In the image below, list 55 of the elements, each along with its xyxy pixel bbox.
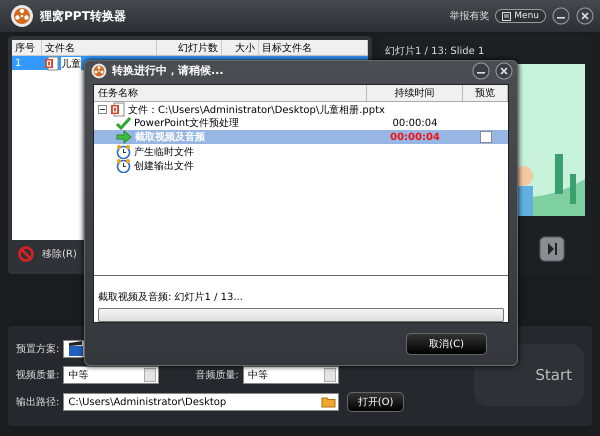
task-row[interactable]: PowerPoint文件预处理 00:00:04 — [94, 116, 508, 130]
remove-button[interactable]: 移除(R) — [42, 247, 77, 261]
row-number: 1 — [14, 58, 22, 69]
minimize-icon[interactable] — [472, 62, 490, 80]
video-quality-label: 视频质量: — [16, 368, 60, 382]
file-path-label: 文件：C:\Users\Administrator\Desktop\儿童相册.pptx — [128, 104, 385, 116]
no-entry-icon — [18, 246, 34, 262]
minimize-icon[interactable] — [552, 7, 570, 25]
audio-quality-label: 音频质量: — [195, 368, 239, 382]
file-name: 儿童 — [61, 56, 81, 70]
check-icon — [116, 116, 131, 130]
column-header[interactable]: 目标文件名 — [259, 40, 368, 55]
column-header[interactable]: 预览 — [463, 85, 508, 101]
clock-icon — [116, 144, 131, 159]
clock-icon — [116, 158, 131, 173]
close-icon[interactable] — [495, 62, 513, 80]
output-path-label: 输出路径: — [16, 396, 60, 409]
slide-caption: 幻灯片1 / 13: Slide 1 — [385, 44, 486, 58]
progress-text: 截取视频及音频: 幻灯片1 / 13... — [97, 290, 244, 305]
arrow-icon — [116, 130, 132, 144]
cancel-button[interactable]: 取消(C) — [406, 333, 487, 355]
menu-button[interactable]: Menu — [495, 9, 546, 23]
task-name: 创建输出文件 — [134, 160, 194, 172]
duration-text: 00:00:04 — [389, 132, 441, 142]
column-header[interactable]: 大小 — [222, 40, 259, 55]
column-header[interactable]: 幻灯片数 — [157, 40, 222, 55]
preset-label: 预置方案: — [16, 342, 60, 356]
duration-text: 00:00:04 — [392, 118, 438, 128]
column-header[interactable]: 任务名称 — [94, 85, 367, 101]
task-row[interactable]: 产生临时文件 — [94, 144, 508, 158]
task-row[interactable]: 创建输出文件 — [94, 158, 508, 172]
document-icon — [44, 56, 59, 71]
video-quality-dropdown[interactable]: 中等 — [63, 366, 160, 384]
task-name: 产生临时文件 — [134, 146, 194, 158]
collapse-icon[interactable] — [98, 105, 107, 114]
output-path-field[interactable]: C:\Users\Administrator\Desktop — [63, 393, 339, 411]
report-link[interactable]: 举报有奖 — [449, 9, 490, 23]
logo-icon — [10, 4, 34, 28]
audio-quality-dropdown[interactable]: 中等 — [242, 366, 339, 384]
clapper-icon — [68, 341, 84, 357]
document-icon — [110, 102, 125, 117]
dialog-title: 转换进行中，请稍候... — [112, 63, 224, 78]
column-header[interactable]: 文件名 — [42, 40, 157, 55]
app-title: 狸窝PPT转换器 — [40, 8, 127, 24]
logo-icon — [91, 62, 107, 78]
menu-icon — [502, 12, 512, 20]
preview-checkbox[interactable] — [480, 131, 492, 143]
task-name: PowerPoint文件预处理 — [134, 116, 240, 130]
close-icon[interactable] — [576, 7, 594, 25]
task-name: 截取视频及音频 — [135, 130, 205, 144]
column-header[interactable]: 序号 — [12, 40, 42, 55]
folder-icon[interactable] — [320, 395, 336, 409]
column-header[interactable]: 持续时间 — [367, 85, 463, 101]
skip-next-icon[interactable] — [539, 236, 565, 262]
open-button[interactable]: 打开(O) — [346, 392, 404, 412]
